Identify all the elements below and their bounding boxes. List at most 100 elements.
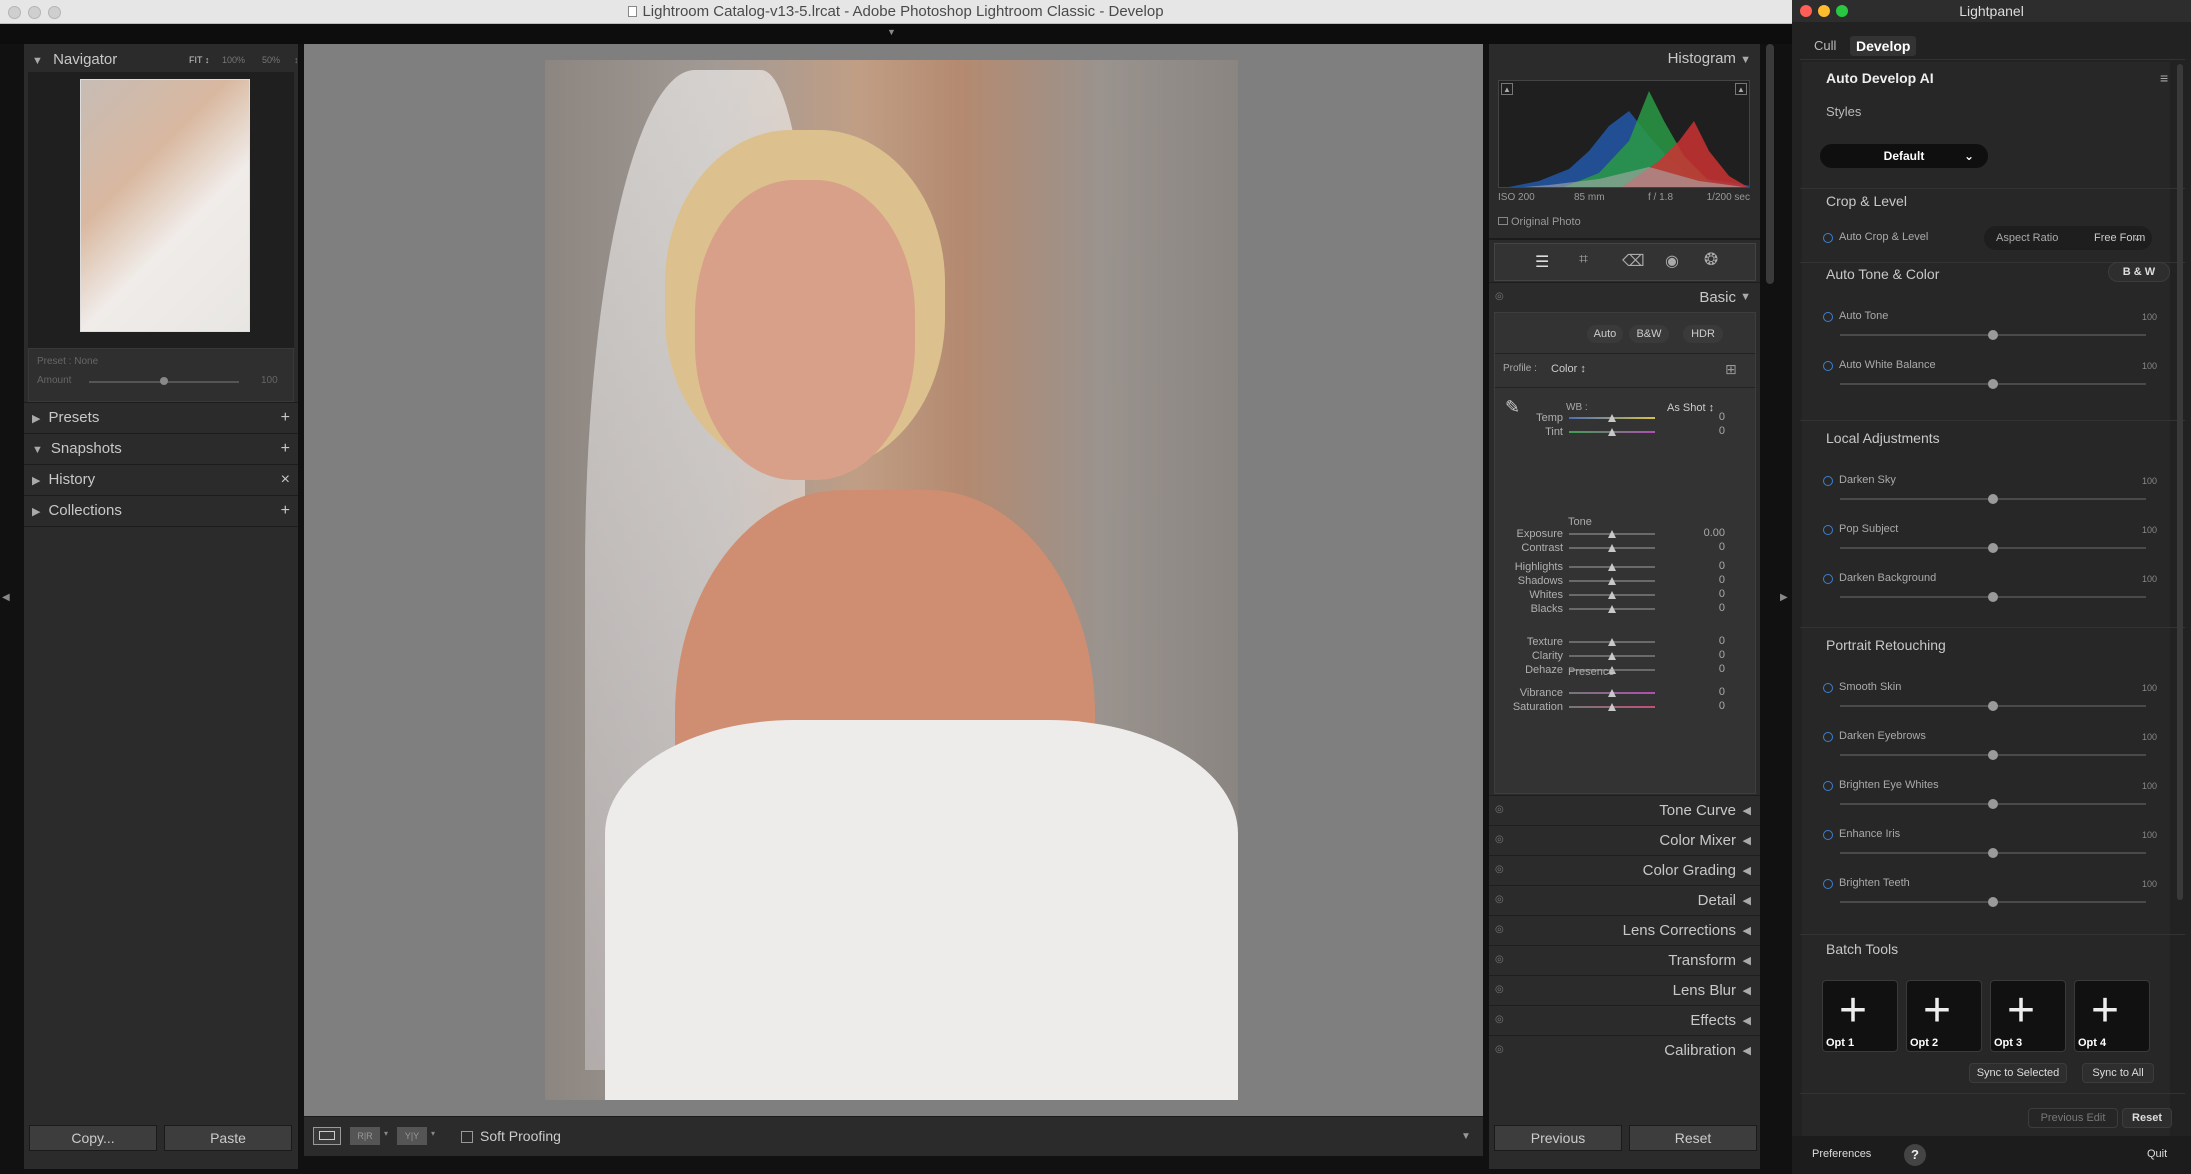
collapse-triangle-icon[interactable]: ▼	[32, 55, 43, 67]
lp-item-knob[interactable]	[1988, 592, 1998, 602]
original-photo-toggle[interactable]: Original Photo	[1498, 216, 1581, 228]
expand-triangle-icon[interactable]: ◀	[1743, 924, 1751, 937]
chevron-down-icon[interactable]: ▾	[431, 1129, 435, 1138]
slider-knob[interactable]	[1608, 428, 1616, 436]
add-snapshot-icon[interactable]: +	[281, 434, 290, 464]
add-collection-icon[interactable]: +	[281, 496, 290, 526]
collapse-triangle-icon[interactable]: ▼	[1740, 291, 1751, 303]
zoom-window-button[interactable]	[1836, 5, 1848, 17]
zoom-window-button[interactable]	[48, 6, 61, 19]
toolbar-menu-icon[interactable]: ▼	[1461, 1131, 1471, 1142]
lp-item-knob[interactable]	[1988, 330, 1998, 340]
expand-triangle-icon[interactable]: ◀	[1743, 954, 1751, 967]
lp-item-knob[interactable]	[1988, 848, 1998, 858]
zoom-stepper-icon[interactable]: ↕	[294, 45, 299, 75]
navigator-thumbnail[interactable]	[80, 79, 250, 332]
navigator-header[interactable]: ▼ Navigator FIT ↕ 100% 50% ↕	[32, 45, 299, 75]
aspect-ratio-select[interactable]: Aspect Ratio Free Form ⌄	[1984, 226, 2152, 250]
copy-button[interactable]: Copy...	[29, 1125, 157, 1151]
tab-develop[interactable]: Develop	[1850, 36, 1917, 56]
panel-snapshots[interactable]: ▼ Snapshots +	[32, 434, 294, 464]
eye-icon[interactable]: ◎	[1495, 834, 1504, 845]
lightpanel-scrollbar[interactable]	[2177, 64, 2183, 900]
chevron-down-icon[interactable]: ▾	[384, 1129, 388, 1138]
eye-icon[interactable]: ◎	[1495, 954, 1504, 965]
sync-selected-button[interactable]: Sync to Selected	[1969, 1063, 2067, 1083]
shadow-clipping-icon[interactable]: ▲	[1501, 83, 1513, 95]
lp-item-knob[interactable]	[1988, 494, 1998, 504]
panel-transform[interactable]: ◎ Transform ◀	[1489, 945, 1760, 975]
lp-item-radio[interactable]	[1823, 879, 1833, 889]
lp-item-knob[interactable]	[1988, 379, 1998, 389]
expand-triangle-icon[interactable]: ◀	[1743, 804, 1751, 817]
slider-knob[interactable]	[1608, 652, 1616, 660]
image-viewer[interactable]	[304, 44, 1483, 1116]
expand-triangle-icon[interactable]: ◀	[1743, 834, 1751, 847]
slider-knob[interactable]	[1608, 638, 1616, 646]
panel-lens-blur[interactable]: ◎ Lens Blur ◀	[1489, 975, 1760, 1005]
lightpanel-reset-button[interactable]: Reset	[2122, 1108, 2172, 1128]
loupe-view-icon[interactable]	[313, 1127, 341, 1145]
lp-item-radio[interactable]	[1823, 312, 1833, 322]
original-photo-checkbox[interactable]	[1498, 217, 1508, 225]
sync-all-button[interactable]: Sync to All	[2082, 1063, 2154, 1083]
right-panel-scrollbar[interactable]	[1766, 44, 1774, 284]
left-panel-toggle-icon[interactable]: ◀	[2, 592, 10, 603]
basic-panel-header[interactable]: ◎ Basic ▼	[1489, 282, 1760, 312]
lp-item-radio[interactable]	[1823, 525, 1833, 535]
batch-option-3[interactable]: + Opt 3	[1990, 980, 2066, 1052]
bw-button[interactable]: B&W	[1629, 325, 1669, 343]
reset-button[interactable]: Reset	[1629, 1125, 1757, 1151]
eye-icon[interactable]: ◎	[1495, 864, 1504, 875]
red-eye-icon[interactable]: ◉	[1665, 251, 1679, 271]
slider-knob[interactable]	[1608, 689, 1616, 697]
slider-knob[interactable]	[1608, 414, 1616, 422]
previous-button[interactable]: Previous	[1494, 1125, 1622, 1151]
auto-crop-radio[interactable]	[1823, 233, 1833, 243]
clear-history-icon[interactable]: ×	[281, 465, 290, 495]
preferences-button[interactable]: Preferences	[1812, 1148, 1871, 1160]
expand-triangle-icon[interactable]: ▶	[32, 506, 40, 518]
eye-icon[interactable]: ◎	[1495, 924, 1504, 935]
lp-item-radio[interactable]	[1823, 830, 1833, 840]
expand-triangle-icon[interactable]: ▶	[32, 413, 40, 425]
help-icon[interactable]: ?	[1904, 1144, 1926, 1166]
profile-select[interactable]: Color ↕	[1551, 363, 1586, 375]
zoom-100[interactable]: 100%	[222, 45, 245, 75]
expand-triangle-icon[interactable]: ◀	[1743, 984, 1751, 997]
panel-calibration[interactable]: ◎ Calibration ◀	[1489, 1035, 1760, 1065]
panel-collections[interactable]: ▶ Collections +	[32, 496, 294, 526]
slider-knob[interactable]	[1608, 703, 1616, 711]
top-panel-toggle-icon[interactable]: ▼	[887, 27, 896, 37]
panel-tone-curve[interactable]: ◎ Tone Curve ◀	[1489, 795, 1760, 825]
main-photo[interactable]	[545, 60, 1238, 1100]
close-window-button[interactable]	[8, 6, 21, 19]
expand-triangle-icon[interactable]: ◀	[1743, 894, 1751, 907]
lp-item-knob[interactable]	[1988, 701, 1998, 711]
collapse-triangle-icon[interactable]: ▼	[32, 444, 43, 456]
lp-item-knob[interactable]	[1988, 799, 1998, 809]
amount-slider-knob[interactable]	[160, 377, 168, 385]
collapse-triangle-icon[interactable]: ▼	[1740, 54, 1751, 66]
expand-triangle-icon[interactable]: ◀	[1743, 1014, 1751, 1027]
crop-icon[interactable]: ⌗	[1579, 251, 1588, 269]
eye-icon[interactable]: ◎	[1495, 1044, 1504, 1055]
before-after-swap-icon[interactable]: Y|Y	[397, 1127, 427, 1145]
slider-knob[interactable]	[1608, 577, 1616, 585]
batch-option-4[interactable]: + Opt 4	[2074, 980, 2150, 1052]
expand-triangle-icon[interactable]: ◀	[1743, 1044, 1751, 1057]
add-preset-icon[interactable]: +	[281, 403, 290, 433]
previous-edit-button[interactable]: Previous Edit	[2028, 1108, 2118, 1128]
expand-triangle-icon[interactable]: ◀	[1743, 864, 1751, 877]
style-select[interactable]: Default ⌄	[1820, 144, 1988, 168]
eye-icon[interactable]: ◎	[1495, 1014, 1504, 1025]
healing-eraser-icon[interactable]: ⌫	[1622, 251, 1645, 271]
panel-history[interactable]: ▶ History ×	[32, 465, 294, 495]
lp-item-radio[interactable]	[1823, 361, 1833, 371]
close-window-button[interactable]	[1800, 5, 1812, 17]
right-panel-toggle-icon[interactable]: ▶	[1780, 592, 1788, 603]
slider-knob[interactable]	[1608, 605, 1616, 613]
eye-icon[interactable]: ◎	[1495, 894, 1504, 905]
before-after-icon[interactable]: R|R	[350, 1127, 380, 1145]
histogram-header[interactable]: Histogram ▼	[1489, 44, 1751, 74]
